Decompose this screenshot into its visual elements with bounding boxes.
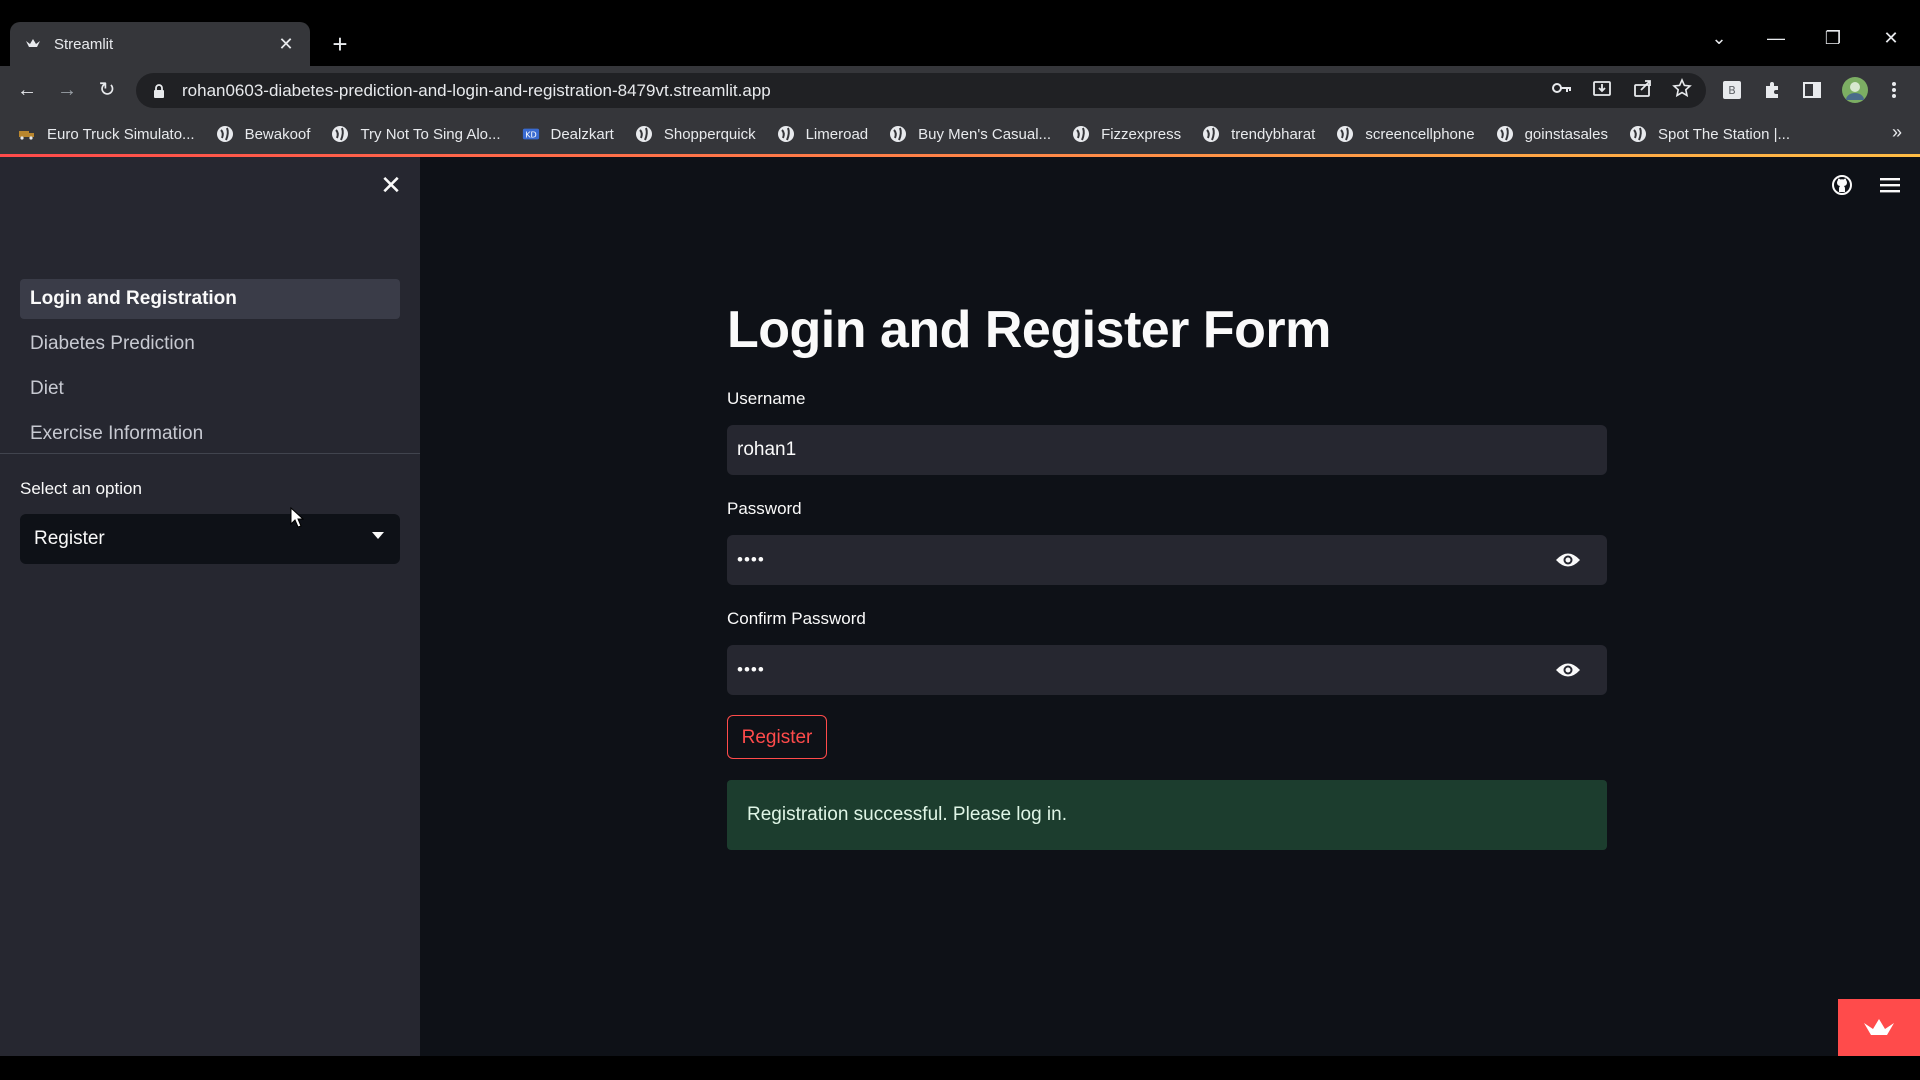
sidebar-divider	[0, 453, 420, 454]
browser-tab[interactable]: Streamlit ✕	[10, 22, 310, 66]
tab-search-icon[interactable]: ⌄	[1704, 26, 1734, 50]
globe-icon	[1336, 125, 1354, 143]
bookmark-label: screencellphone	[1365, 125, 1475, 143]
star-icon[interactable]	[1670, 76, 1694, 100]
globe-icon	[216, 125, 234, 143]
bookmark[interactable]: Limeroad	[777, 125, 869, 143]
bookmark[interactable]: screencellphone	[1336, 125, 1475, 143]
url-text: rohan0603-diabetes-prediction-and-login-…	[182, 80, 771, 100]
bookmark[interactable]: trendybharat	[1202, 125, 1315, 143]
sidebar-item-diabetes-prediction[interactable]: Diabetes Prediction	[20, 324, 400, 364]
side-panel-icon[interactable]	[1800, 78, 1824, 102]
bookmark[interactable]: Buy Men's Casual...	[889, 125, 1051, 143]
bookmark-label: Fizzexpress	[1101, 125, 1182, 143]
back-arrow-icon[interactable]: ←	[15, 78, 39, 102]
extension-b-icon[interactable]: B	[1720, 78, 1744, 102]
github-icon[interactable]	[1830, 173, 1854, 197]
globe-icon	[1629, 125, 1647, 143]
success-alert: Registration successful. Please log in.	[727, 780, 1607, 850]
tab-close-icon[interactable]: ✕	[276, 34, 296, 55]
more-bookmarks-button[interactable]: »	[1892, 122, 1902, 143]
new-tab-button[interactable]: +	[325, 28, 355, 60]
globe-icon	[889, 125, 907, 143]
dealzkart-icon: KD	[522, 125, 540, 143]
sidebar-item-diet[interactable]: Diet	[20, 369, 400, 409]
password-input[interactable]: ••••	[727, 535, 1607, 585]
close-window-button[interactable]: ✕	[1876, 26, 1906, 50]
browser-toolbar: ← → ↻ rohan0603-diabetes-prediction-and-…	[0, 66, 1920, 114]
select-option-label: Select an option	[20, 479, 142, 498]
bookmark[interactable]: Spot The Station |...	[1629, 125, 1790, 143]
bookmark-label: Buy Men's Casual...	[918, 125, 1052, 143]
option-select[interactable]: Register	[20, 514, 400, 564]
password-label: Password	[727, 499, 802, 518]
browser-titlebar: Streamlit ✕ + ⌄ — ❐ ✕	[0, 0, 1920, 66]
bookmark[interactable]: goinstasales	[1496, 125, 1608, 143]
register-button[interactable]: Register	[727, 715, 827, 759]
install-app-icon[interactable]	[1590, 76, 1614, 100]
svg-text:B: B	[1728, 84, 1736, 97]
globe-icon	[777, 125, 795, 143]
mouse-cursor-icon	[290, 506, 305, 529]
forward-arrow-icon[interactable]: →	[55, 78, 79, 102]
bookmark-label: Shopperquick	[663, 125, 756, 143]
bookmark-label: Try Not To Sing Alo...	[360, 125, 501, 143]
profile-avatar[interactable]	[1840, 75, 1870, 105]
success-message: Registration successful. Please log in.	[747, 804, 1067, 825]
eye-icon[interactable]	[1555, 658, 1581, 682]
bookmark[interactable]: Euro Truck Simulato...	[18, 125, 195, 143]
streamlit-crown-icon	[24, 35, 42, 53]
key-icon[interactable]	[1550, 76, 1574, 100]
page-title: Login and Register Form	[727, 301, 1331, 359]
bookmark-label: Euro Truck Simulato...	[47, 125, 195, 143]
sidebar-item-exercise-information[interactable]: Exercise Information	[20, 414, 400, 454]
restore-button[interactable]: ❐	[1818, 26, 1848, 50]
globe-icon	[635, 125, 653, 143]
bookmark[interactable]: KD Dealzkart	[522, 125, 614, 143]
globe-icon	[331, 125, 349, 143]
minimize-button[interactable]: —	[1761, 26, 1791, 50]
sidebar-item-login-and-registration[interactable]: Login and Registration	[20, 279, 400, 319]
bookmark-label: goinstasales	[1524, 125, 1608, 143]
bookmark-label: Dealzkart	[550, 125, 614, 143]
globe-icon	[1072, 125, 1090, 143]
username-input[interactable]: rohan1	[727, 425, 1607, 475]
lock-icon	[152, 83, 168, 99]
password-value: ••••	[737, 550, 765, 569]
confirm-password-input[interactable]: ••••	[727, 645, 1607, 695]
streamlit-crown-icon[interactable]	[1838, 999, 1920, 1056]
sidebar: ✕ Login and Registration Diabetes Predic…	[0, 157, 420, 1056]
streamlit-app: ✕ Login and Registration Diabetes Predic…	[0, 157, 1920, 1056]
chevron-down-icon	[372, 532, 384, 539]
svg-text:KD: KD	[525, 130, 537, 140]
eye-icon[interactable]	[1555, 548, 1581, 572]
bookmark-label: Bewakoof	[244, 125, 311, 143]
globe-icon	[1496, 125, 1514, 143]
globe-icon	[1202, 125, 1220, 143]
bookmark[interactable]: Try Not To Sing Alo...	[331, 125, 501, 143]
username-label: Username	[727, 389, 806, 408]
close-sidebar-icon[interactable]: ✕	[378, 172, 404, 198]
truck-icon	[18, 125, 36, 143]
bookmark-label: trendybharat	[1231, 125, 1316, 143]
bookmark-label: Spot The Station |...	[1657, 125, 1791, 143]
username-value: rohan1	[737, 439, 797, 460]
bookmark[interactable]: Shopperquick	[635, 125, 756, 143]
kebab-menu-icon[interactable]	[1882, 78, 1906, 102]
confirm-password-label: Confirm Password	[727, 609, 866, 628]
bookmark-label: Limeroad	[805, 125, 869, 143]
address-bar[interactable]: rohan0603-diabetes-prediction-and-login-…	[136, 73, 1706, 108]
hamburger-menu-icon[interactable]	[1878, 173, 1902, 197]
share-icon[interactable]	[1631, 76, 1655, 100]
confirm-password-value: ••••	[737, 660, 765, 679]
tab-title: Streamlit	[54, 35, 114, 53]
bookmarks-bar: Euro Truck Simulato... Bewakoof Try Not …	[0, 114, 1920, 154]
sidebar-nav: Login and Registration Diabetes Predicti…	[20, 279, 400, 459]
bookmark[interactable]: Fizzexpress	[1072, 125, 1181, 143]
option-select-value: Register	[34, 528, 105, 549]
puzzle-extensions-icon[interactable]	[1760, 78, 1784, 102]
bookmark[interactable]: Bewakoof	[216, 125, 311, 143]
reload-icon[interactable]: ↻	[95, 78, 119, 102]
screen-bottom-strip	[0, 1056, 1920, 1080]
